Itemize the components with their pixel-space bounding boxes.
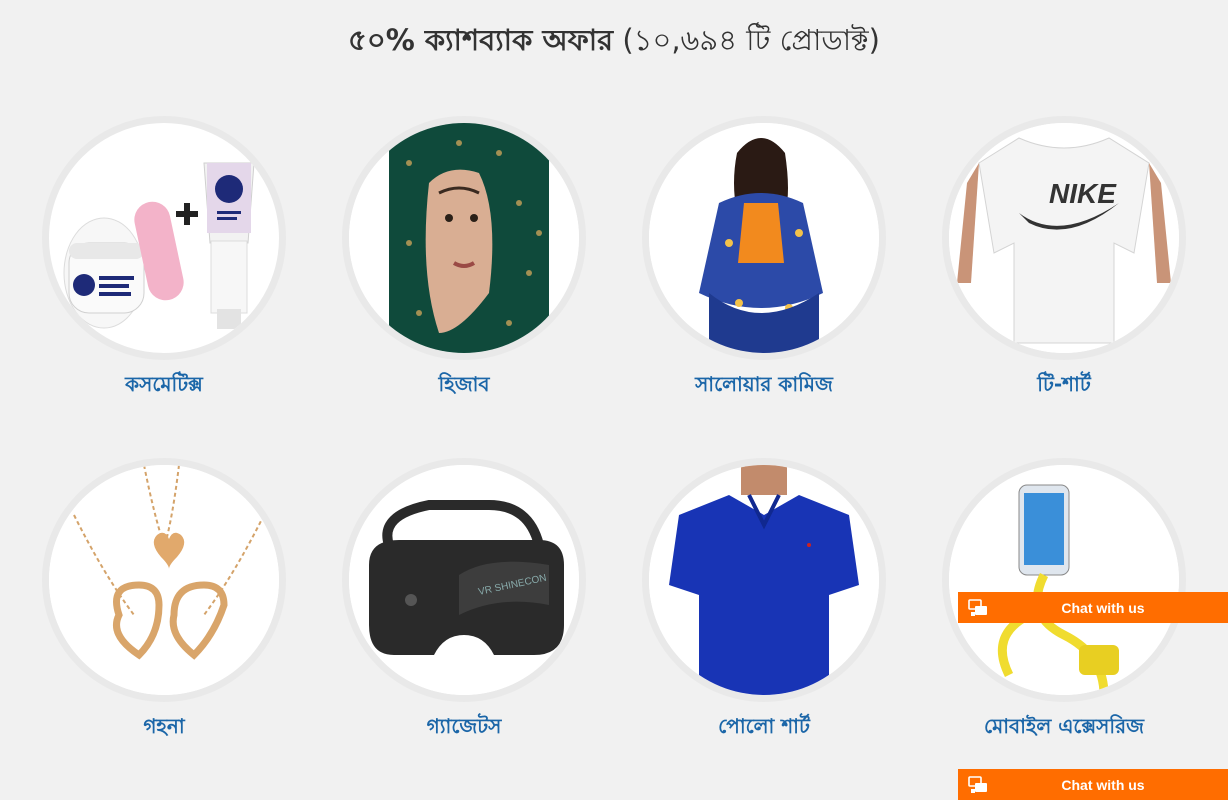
category-label[interactable]: হিজাব (332, 370, 596, 403)
page-title: ৫০% ক্যাশব্যাক অফার (১০,৬৯৪ টি প্রোডাক্ট… (0, 18, 1228, 67)
category-label[interactable]: সালোয়ার কামিজ (632, 370, 896, 403)
category-label[interactable]: গহনা (32, 712, 296, 745)
tshirt-image[interactable]: NIKE (942, 116, 1186, 360)
vr-headset-image[interactable]: VR SHINECON (342, 458, 586, 702)
svg-text:NIKE: NIKE (1049, 178, 1117, 209)
category-label[interactable]: কসমেটিক্স (32, 370, 296, 403)
chat-icon (958, 769, 998, 800)
category-card-tshirt[interactable]: NIKE টি-শার্ট (932, 116, 1192, 416)
category-card-hijab[interactable]: হিজাব (332, 116, 592, 416)
category-card-polo-shirt[interactable]: পোলো শার্ট (632, 458, 892, 758)
product-count: (১০,৬৯৪ টি প্রোডাক্ট) (622, 23, 880, 57)
category-card-gadgets[interactable]: VR SHINECON গ্যাজেটস (332, 458, 592, 758)
category-label[interactable]: গ্যাজেটস (332, 712, 596, 745)
jewelry-image[interactable] (42, 458, 286, 702)
category-label[interactable]: টি-শার্ট (932, 370, 1196, 403)
hijab-image[interactable] (342, 116, 586, 360)
chat-label: Chat with us (1061, 599, 1145, 616)
offer-heading: ৫০% ক্যাশব্যাক অফার (348, 23, 614, 57)
polo-shirt-image[interactable] (642, 458, 886, 702)
category-card-cosmetics[interactable]: কসমেটিক্স (32, 116, 292, 416)
salwar-kameez-image[interactable] (642, 116, 886, 360)
chat-with-us-button-bottom[interactable]: Chat with us (958, 769, 1228, 800)
phone-holder-image[interactable] (942, 458, 1186, 702)
chat-icon (958, 592, 998, 623)
chat-with-us-button[interactable]: Chat with us (958, 592, 1228, 623)
chat-label: Chat with us (1061, 776, 1145, 793)
category-label[interactable]: পোলো শার্ট (632, 712, 896, 745)
category-card-salwar-kameez[interactable]: সালোয়ার কামিজ (632, 116, 892, 416)
category-label[interactable]: মোবাইল এক্সেসরিজ (932, 712, 1196, 745)
category-card-jewelry[interactable]: গহনা (32, 458, 292, 758)
cosmetics-image[interactable] (42, 116, 286, 360)
